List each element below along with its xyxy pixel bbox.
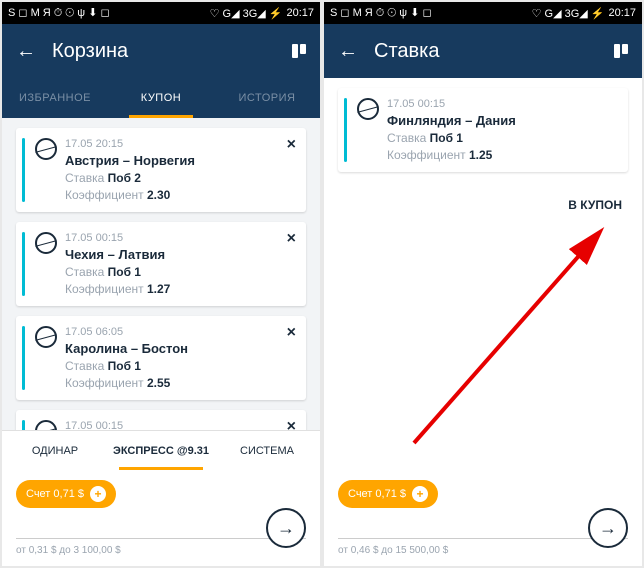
btab-express[interactable]: ЭКСПРЕСС @9.31 bbox=[108, 431, 214, 470]
balance-chip[interactable]: Счет 0,71 $+ bbox=[16, 480, 116, 508]
range-text: от 0,46 $ до 15 500,00 $ bbox=[338, 545, 628, 556]
bet-match: Каролина – Бостон bbox=[65, 341, 296, 356]
bet-card[interactable]: 17.05 06:05 Каролина – Бостон Ставка Поб… bbox=[16, 316, 306, 400]
page-title: Корзина bbox=[52, 40, 276, 63]
status-bar: S ◻ M Я ⏱ ☉ ψ ⬇ ◻ ♡ G◢ 3G◢ ⚡20:17 bbox=[324, 2, 642, 24]
bet-match: Чехия – Латвия bbox=[65, 247, 296, 262]
hockey-icon bbox=[35, 138, 57, 160]
app-header: ← Корзина bbox=[2, 24, 320, 78]
close-icon[interactable]: × bbox=[287, 418, 296, 430]
status-time: 20:17 bbox=[286, 7, 314, 19]
status-icons: S ◻ M Я ⏱ ☉ ψ ⬇ ◻ bbox=[330, 6, 432, 20]
close-icon[interactable]: × bbox=[287, 230, 296, 248]
submit-button[interactable]: → bbox=[266, 508, 306, 548]
status-time: 20:17 bbox=[608, 7, 636, 19]
hockey-icon bbox=[35, 326, 57, 348]
range-text: от 0,31 $ до 3 100,00 $ bbox=[16, 545, 306, 556]
bet-time: 17.05 00:15 bbox=[65, 232, 296, 244]
footer: Счет 0,71 $+ $ от 0,31 $ до 3 100,00 $ → bbox=[2, 470, 320, 566]
status-bar: S ◻ M Я ⏱ ☉ ψ ⬇ ◻ ♡ G◢ 3G◢ ⚡20:17 bbox=[2, 2, 320, 24]
tab-coupon[interactable]: КУПОН bbox=[108, 78, 214, 118]
amount-input[interactable]: $ bbox=[338, 518, 628, 539]
bet-detail: 17.05 00:15 Финляндия – Дания Ставка Поб… bbox=[324, 78, 642, 470]
right-screen: S ◻ M Я ⏱ ☉ ψ ⬇ ◻ ♡ G◢ 3G◢ ⚡20:17 ← Став… bbox=[324, 2, 642, 566]
sort-icon[interactable] bbox=[614, 44, 628, 58]
bet-time: 17.05 00:15 bbox=[387, 98, 618, 110]
top-tabs: ИЗБРАННОЕ КУПОН ИСТОРИЯ bbox=[2, 78, 320, 118]
btab-single[interactable]: ОДИНАР bbox=[2, 431, 108, 470]
btab-system[interactable]: СИСТЕМА bbox=[214, 431, 320, 470]
bet-time: 17.05 20:15 bbox=[65, 138, 296, 150]
bet-card[interactable]: 17.05 00:15 Финляндия – Дания × bbox=[16, 410, 306, 430]
arrow-annotation bbox=[404, 223, 624, 453]
status-signal: ♡ G◢ 3G◢ ⚡ bbox=[532, 7, 605, 20]
bet-match: Австрия – Норвегия bbox=[65, 153, 296, 168]
bet-time: 17.05 00:15 bbox=[65, 420, 296, 430]
submit-button[interactable]: → bbox=[588, 508, 628, 548]
status-signal: ♡ G◢ 3G◢ ⚡ bbox=[210, 7, 283, 20]
add-to-coupon[interactable]: В КУПОН bbox=[568, 198, 622, 212]
tab-favorites[interactable]: ИЗБРАННОЕ bbox=[2, 78, 108, 118]
close-icon[interactable]: × bbox=[287, 324, 296, 342]
bet-card[interactable]: 17.05 00:15 Финляндия – Дания Ставка Поб… bbox=[338, 88, 628, 172]
plus-icon[interactable]: + bbox=[412, 486, 428, 502]
bet-time: 17.05 06:05 bbox=[65, 326, 296, 338]
back-icon[interactable]: ← bbox=[16, 40, 36, 63]
hockey-icon bbox=[35, 232, 57, 254]
plus-icon[interactable]: + bbox=[90, 486, 106, 502]
tab-history[interactable]: ИСТОРИЯ bbox=[214, 78, 320, 118]
footer: Счет 0,71 $+ $ от 0,46 $ до 15 500,00 $ … bbox=[324, 470, 642, 566]
hockey-icon bbox=[357, 98, 379, 120]
back-icon[interactable]: ← bbox=[338, 40, 358, 63]
bet-match: Финляндия – Дания bbox=[387, 113, 618, 128]
balance-chip[interactable]: Счет 0,71 $+ bbox=[338, 480, 438, 508]
hockey-icon bbox=[35, 420, 57, 430]
left-screen: S ◻ M Я ⏱ ☉ ψ ⬇ ◻ ♡ G◢ 3G◢ ⚡20:17 ← Корз… bbox=[2, 2, 320, 566]
status-icons: S ◻ M Я ⏱ ☉ ψ ⬇ ◻ bbox=[8, 6, 110, 20]
bet-card[interactable]: 17.05 00:15 Чехия – Латвия Ставка Поб 1 … bbox=[16, 222, 306, 306]
bet-card[interactable]: 17.05 20:15 Австрия – Норвегия Ставка По… bbox=[16, 128, 306, 212]
close-icon[interactable]: × bbox=[287, 136, 296, 154]
app-header: ← Ставка bbox=[324, 24, 642, 78]
page-title: Ставка bbox=[374, 40, 598, 63]
bet-type-tabs: ОДИНАР ЭКСПРЕСС @9.31 СИСТЕМА bbox=[2, 430, 320, 470]
bet-list[interactable]: 17.05 20:15 Австрия – Норвегия Ставка По… bbox=[2, 118, 320, 430]
sort-icon[interactable] bbox=[292, 44, 306, 58]
amount-input[interactable]: $ bbox=[16, 518, 306, 539]
